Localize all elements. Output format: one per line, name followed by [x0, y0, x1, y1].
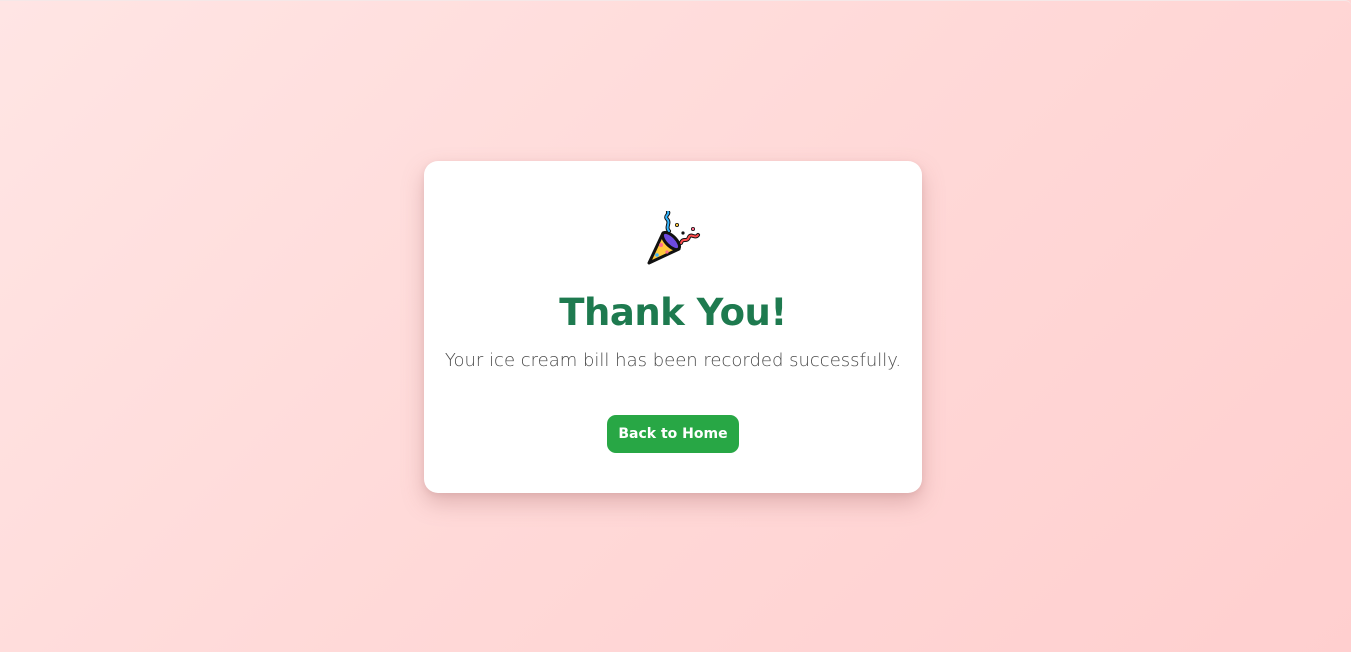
back-to-home-button[interactable]: Back to Home [607, 415, 739, 453]
confirmation-message: Your ice cream bill has been recorded su… [444, 350, 902, 371]
page-title: Thank You! [559, 291, 787, 334]
party-popper-icon-container [424, 211, 922, 269]
thank-you-card: Thank You! Your ice cream bill has been … [424, 161, 922, 493]
party-popper-icon [647, 211, 700, 265]
